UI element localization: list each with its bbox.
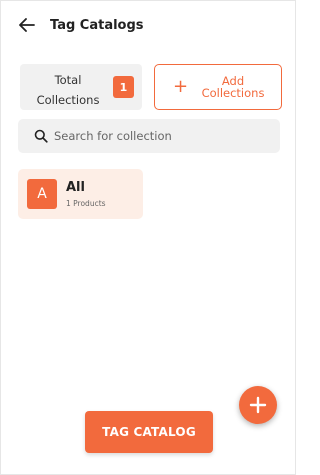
page-title: Tag Catalogs	[50, 18, 144, 33]
total-collections-label-line2: Collections	[36, 93, 100, 107]
total-collections-count-badge: 1	[113, 76, 134, 98]
collection-name: All	[66, 180, 85, 195]
arrow-left-icon	[19, 18, 35, 32]
total-collections-label-line1: Total	[54, 73, 82, 87]
add-collections-label: Add Collections	[195, 75, 271, 99]
header: Tag Catalogs	[1, 1, 295, 51]
collection-avatar: A	[27, 179, 57, 209]
collection-product-count: 1 Products	[66, 199, 106, 208]
search-bar	[18, 119, 280, 153]
search-icon	[34, 129, 48, 143]
app-screen: Tag Catalogs Total Collections 1 + Add C…	[0, 0, 296, 475]
floating-add-button[interactable]	[239, 386, 277, 424]
tag-catalog-button[interactable]: TAG CATALOG	[85, 411, 213, 453]
add-collections-label-line2: Collections	[201, 86, 265, 100]
total-collections-card: Total Collections 1	[20, 64, 142, 110]
search-input[interactable]	[54, 119, 274, 153]
add-collections-button[interactable]: + Add Collections	[154, 64, 282, 110]
collection-card-all[interactable]: A All 1 Products	[18, 169, 143, 219]
total-collections-label: Total Collections	[36, 70, 100, 110]
back-button[interactable]	[17, 15, 37, 35]
plus-icon: +	[173, 76, 189, 97]
plus-icon	[249, 396, 267, 414]
